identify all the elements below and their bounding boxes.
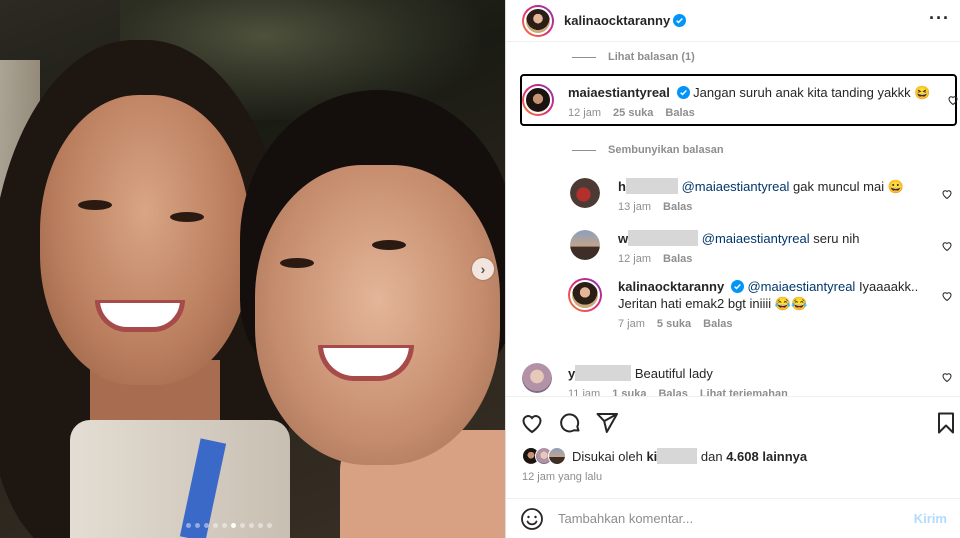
photo-person-left-face	[40, 95, 250, 385]
carousel-dot	[249, 523, 254, 528]
like-heart-icon[interactable]	[520, 411, 544, 435]
carousel-dot	[213, 523, 218, 528]
likes-count[interactable]: 4.608 lainnya	[726, 449, 807, 464]
carousel-dot	[204, 523, 209, 528]
likes-prefix: Disukai oleh	[572, 448, 647, 464]
avatar[interactable]	[570, 178, 600, 208]
photo-eye	[372, 240, 406, 250]
verified-badge-icon	[676, 86, 690, 99]
hide-replies-button[interactable]: Sembunyikan balasan	[572, 144, 724, 156]
more-options-icon[interactable]: ···	[929, 9, 950, 27]
comment-time[interactable]: 12 jam	[568, 107, 601, 119]
post-timestamp[interactable]: 12 jam yang lalu	[522, 471, 602, 483]
photo-person-left-shirt	[70, 420, 290, 538]
comment-username[interactable]: kalinaocktaranny	[618, 279, 724, 294]
verified-badge-icon	[673, 14, 687, 27]
comment-icon[interactable]	[558, 411, 582, 435]
liker-username[interactable]: ki	[646, 449, 657, 464]
liker-avatars	[522, 447, 566, 465]
post-photo[interactable]: ›	[0, 0, 505, 538]
heart-icon[interactable]	[941, 371, 953, 383]
heart-icon[interactable]	[941, 188, 953, 200]
comment-likes[interactable]: 1 suka	[612, 388, 646, 396]
add-comment-bar: Tambahkan komentar... Kirim	[506, 498, 960, 538]
view-replies-button[interactable]: Lihat balasan (1)	[572, 51, 695, 63]
comment-reply: h @maiaestiantyreal gak muncul mai 😀 13 …	[570, 178, 957, 213]
photo-person-right-face	[255, 165, 500, 465]
comment-username[interactable]: w	[618, 231, 628, 246]
comment-text: Iyaaaakk..	[855, 279, 919, 294]
comments-list: Lihat balasan (1) maiaestiantyreal Janga…	[506, 42, 960, 396]
likes-middle: dan	[697, 448, 727, 464]
mention-link[interactable]: @maiaestiantyreal	[702, 231, 810, 246]
heart-icon[interactable]	[941, 240, 953, 252]
avatar[interactable]	[570, 230, 600, 260]
hide-replies-label: Sembunyikan balasan	[608, 144, 724, 156]
comment-text: Beautiful lady	[634, 366, 713, 381]
comment-input[interactable]: Tambahkan komentar...	[558, 511, 914, 526]
redacted-username	[575, 365, 632, 381]
photo-eye	[170, 212, 204, 222]
post-author-username[interactable]: kalinaocktaranny	[564, 13, 670, 28]
carousel-dot	[231, 523, 236, 528]
comment-likes[interactable]: 25 suka	[613, 107, 653, 119]
mention-link[interactable]: @maiaestiantyreal	[747, 279, 855, 294]
bookmark-icon[interactable]	[934, 411, 958, 435]
see-translation-button[interactable]: Lihat terjemahan	[700, 388, 788, 396]
redacted-username	[625, 178, 678, 194]
heart-icon[interactable]	[947, 94, 959, 106]
comment-time[interactable]: 7 jam	[618, 318, 645, 330]
carousel-dots	[186, 523, 272, 528]
avatar[interactable]	[522, 84, 554, 116]
comment-likes[interactable]: 5 suka	[657, 318, 691, 330]
comment-reply: kalinaocktaranny @maiaestiantyreal Iyaaa…	[568, 278, 957, 330]
send-comment-button[interactable]: Kirim	[914, 511, 947, 526]
comment-text: seru nih	[809, 231, 860, 246]
redacted-username	[657, 448, 698, 464]
share-icon[interactable]	[595, 411, 619, 435]
mention-link[interactable]: @maiaestiantyreal	[682, 179, 790, 194]
carousel-next-button[interactable]: ›	[472, 258, 494, 280]
carousel-dot	[186, 523, 191, 528]
avatar	[548, 447, 566, 465]
post-actions-bar	[506, 396, 960, 446]
comment-time[interactable]: 11 jam	[568, 388, 600, 396]
likes-summary: Disukai oleh ki dan 4.608 lainnya	[522, 447, 807, 465]
view-replies-label: Lihat balasan (1)	[608, 51, 695, 63]
emoji-icon[interactable]	[520, 507, 544, 531]
avatar[interactable]	[522, 363, 552, 393]
redacted-username	[628, 230, 699, 246]
post-header: kalinaocktaranny ···	[506, 0, 960, 42]
heart-icon[interactable]	[941, 290, 953, 302]
photo-eye	[78, 200, 112, 210]
comment-text: gak muncul mai 😀	[789, 179, 904, 194]
verified-badge-icon	[730, 280, 744, 293]
carousel-dot	[222, 523, 227, 528]
comment-text: Jangan suruh anak kita tanding yakkk 😆	[693, 85, 931, 100]
avatar[interactable]	[522, 4, 554, 37]
reply-button[interactable]: Balas	[663, 253, 692, 265]
reply-button[interactable]: Balas	[658, 388, 687, 396]
carousel-dot	[195, 523, 200, 528]
comment-time[interactable]: 12 jam	[618, 253, 651, 265]
comment-time[interactable]: 13 jam	[618, 201, 651, 213]
chevron-right-icon: ›	[480, 261, 486, 277]
comment-username[interactable]: maiaestiantyreal	[568, 85, 670, 100]
reply-button[interactable]: Balas	[663, 201, 692, 213]
avatar[interactable]	[568, 278, 602, 312]
comment: y Beautiful lady 11 jam 1 suka Balas Lih…	[522, 363, 957, 396]
reply-button[interactable]: Balas	[665, 107, 694, 119]
photo-eye	[280, 258, 314, 268]
reply-button[interactable]: Balas	[703, 318, 732, 330]
post-side-panel: kalinaocktaranny ··· Lihat balasan (1) m…	[505, 0, 960, 538]
carousel-dot	[240, 523, 245, 528]
comment-username[interactable]: y	[568, 366, 575, 381]
carousel-dot	[267, 523, 272, 528]
comment-text-line2: Jeritan hati emak2 bgt iniiii 😂😂	[618, 296, 808, 311]
comment-reply: w @maiaestiantyreal seru nih 12 jam Bala…	[570, 230, 957, 265]
comment-highlighted: maiaestiantyreal Jangan suruh anak kita …	[522, 84, 959, 119]
carousel-dot	[258, 523, 263, 528]
comment-username[interactable]: h	[618, 179, 626, 194]
